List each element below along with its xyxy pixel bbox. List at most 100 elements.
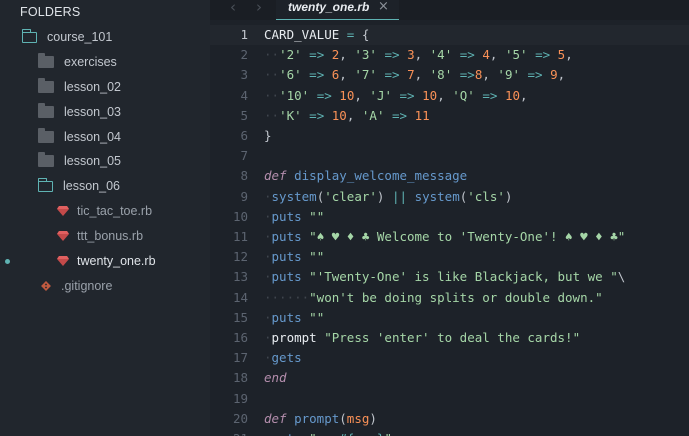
code-token: '3': [354, 47, 377, 63]
open-folder-icon: [37, 177, 53, 192]
code-line: ·puts "": [264, 209, 324, 224]
code-line: ·prompt "Press 'enter' to deal the cards…: [264, 330, 580, 345]
code-token: "won't be doing splits or double down.": [309, 289, 603, 305]
code-line: ··'6' => 6, '7' => 7, '8' =>8, '9' => 9,: [264, 67, 565, 82]
line-number: 19: [232, 390, 248, 406]
code-token: "": [309, 309, 325, 325]
tree-folder-lesson-04[interactable]: lesson_04: [0, 125, 210, 149]
code-editor[interactable]: CARD_VALUE = {··'2' => 2, '3' => 3, '4' …: [264, 20, 689, 436]
code-token: ,: [565, 47, 573, 63]
line-number: 5: [240, 107, 248, 123]
sidebar: FOLDERS course_101 exercises lesson_02 l…: [0, 0, 210, 436]
folder-icon: [38, 128, 54, 143]
tab-twenty-one[interactable]: twenty_one.rb ×: [276, 0, 399, 20]
code-token: 9: [550, 67, 558, 83]
code-line: ·puts "": [264, 310, 324, 325]
code-token: ··: [264, 47, 280, 63]
code-token: ,: [520, 87, 528, 103]
tree-folder-lesson-05[interactable]: lesson_05: [0, 149, 210, 173]
code-token: prompt: [271, 330, 317, 345]
code-token: =>: [384, 47, 400, 63]
tree-folder-lesson-02[interactable]: lesson_02: [0, 75, 210, 99]
code-token: ,: [354, 87, 370, 103]
tree-folder-exercises[interactable]: exercises: [0, 50, 210, 74]
code-line: ··'2' => 2, '3' => 3, '4' => 4, '5' => 5…: [264, 47, 573, 62]
tab-title: twenty_one.rb: [288, 0, 370, 14]
code-token: 7: [407, 67, 415, 83]
tree-label: lesson_04: [64, 130, 121, 144]
code-token: "'Twenty-One' is like Blackjack, but we …: [309, 269, 618, 285]
code-token: =>: [459, 47, 475, 63]
code-line: ·system('clear') || system('cls'): [264, 189, 512, 204]
folder-icon: [38, 103, 54, 118]
code-line: def prompt(msg): [264, 411, 377, 426]
code-token: 10: [422, 87, 438, 103]
code-line: ··'10' => 10, 'J' => 10, 'Q' => 10,: [264, 88, 528, 103]
code-token: ··: [264, 67, 280, 83]
code-token: ·: [264, 249, 272, 265]
code-token: ·: [264, 330, 272, 345]
code-token: 'J': [369, 87, 392, 103]
line-number: 13: [232, 269, 248, 285]
code-token: ): [504, 188, 513, 204]
code-token: CARD_VALUE: [264, 27, 340, 42]
tree-file-gitignore[interactable]: .gitignore: [0, 274, 210, 298]
forward-arrow-icon[interactable]: ›: [256, 0, 262, 15]
tree-label: lesson_02: [64, 80, 121, 94]
code-token: =>: [527, 67, 543, 83]
tree-label: lesson_05: [64, 154, 121, 168]
tree-file-ttt-bonus[interactable]: ttt_bonus.rb: [0, 224, 210, 248]
code-token: ): [369, 410, 377, 426]
code-token: '7': [354, 67, 377, 83]
line-number: 3: [240, 67, 248, 83]
line-number-gutter: 123456789101112131415161718192021: [210, 20, 260, 436]
tree-folder-course-101[interactable]: course_101: [0, 25, 210, 49]
code-token: =>: [459, 67, 475, 83]
code-token: ,: [489, 47, 505, 63]
code-token: puts: [271, 249, 302, 265]
line-number: 1: [240, 27, 248, 42]
tree-file-tic-tac-toe[interactable]: tic_tac_toe.rb: [0, 199, 210, 223]
code-token: ,: [557, 67, 566, 83]
line-number: 20: [232, 410, 248, 426]
code-token: puts: [271, 229, 302, 244]
back-arrow-icon[interactable]: ‹: [230, 0, 236, 15]
code-token: 'Q': [452, 87, 475, 103]
code-token: '4': [429, 47, 453, 63]
tree-folder-lesson-06[interactable]: lesson_06: [0, 174, 210, 198]
code-line: ·puts "": [264, 249, 324, 264]
tree-label: lesson_03: [64, 105, 121, 119]
code-token: =>: [309, 47, 325, 63]
tree-label: twenty_one.rb: [77, 254, 156, 268]
code-token: ······: [264, 289, 310, 305]
folder-icon: [38, 152, 54, 167]
code-token: "♠ ♥ ♦ ♣ Welcome to 'Twenty-One'! ♠ ♥ ♦ …: [309, 229, 626, 244]
code-token: ,: [414, 47, 430, 63]
code-token: ,: [346, 107, 362, 123]
code-token: ,: [414, 67, 430, 83]
tree-folder-lesson-03[interactable]: lesson_03: [0, 100, 210, 124]
code-token: '5': [504, 47, 528, 63]
code-line: ·puts "'Twenty-One' is like Blackjack, b…: [264, 269, 625, 284]
close-icon[interactable]: ×: [378, 0, 389, 14]
folder-icon: [38, 53, 54, 68]
code-line: ·puts "♠ ♥ ♦ ♣ Welcome to 'Twenty-One'! …: [264, 229, 625, 244]
tree-file-twenty-one[interactable]: twenty_one.rb: [0, 249, 210, 273]
code-token: '2': [279, 47, 302, 63]
code-token: '10': [279, 87, 310, 103]
git-file-icon: [41, 281, 51, 291]
code-token: 4: [482, 47, 490, 63]
line-number: 6: [240, 128, 248, 143]
code-token: =>: [399, 87, 415, 103]
code-token: def: [264, 410, 287, 426]
